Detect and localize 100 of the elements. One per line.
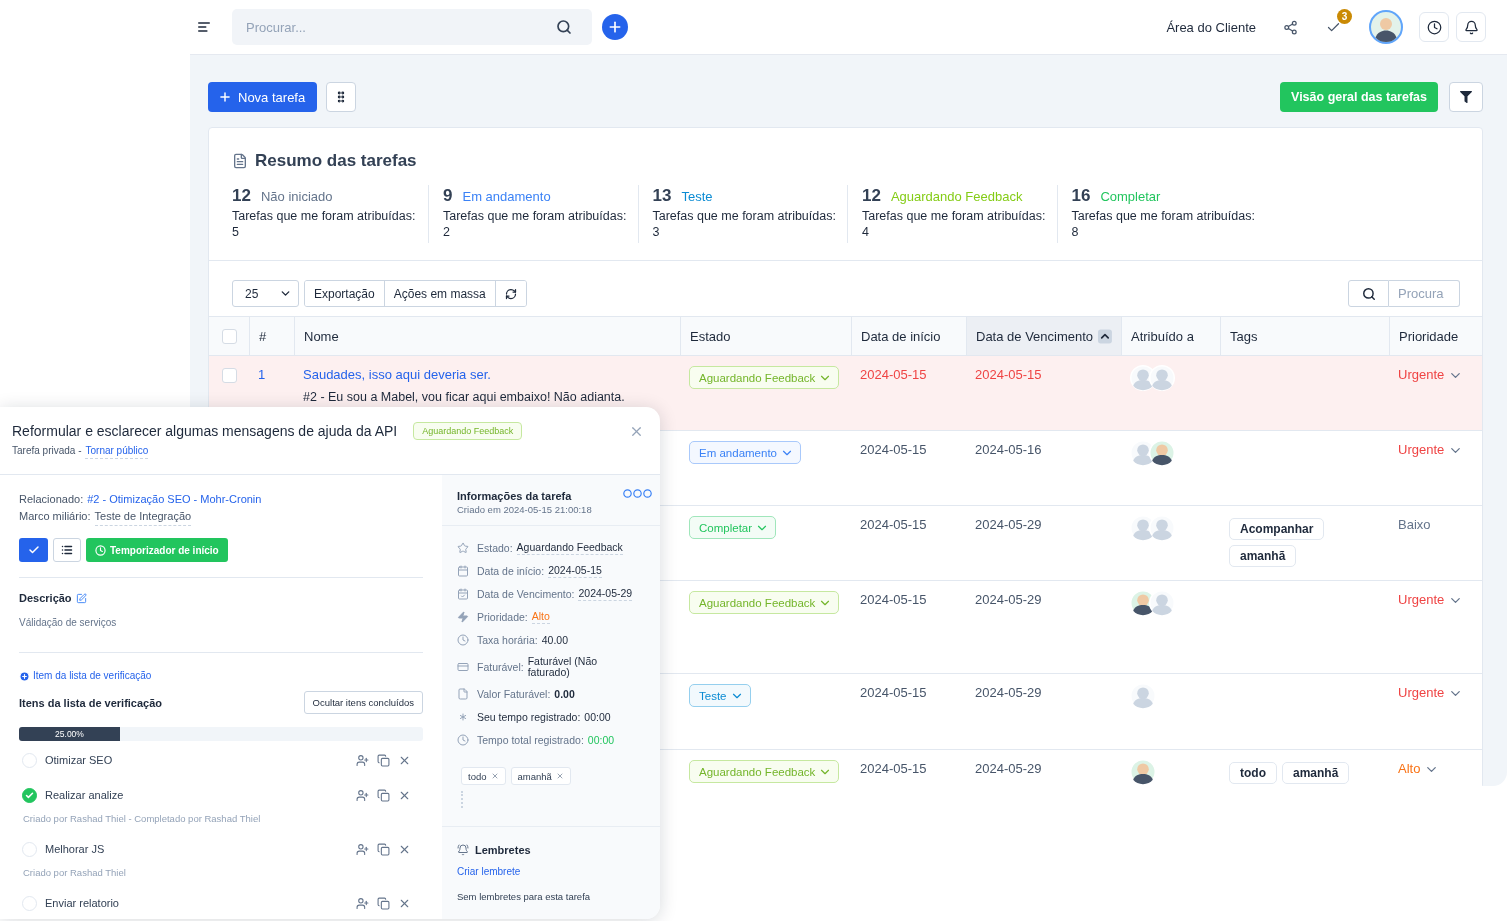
plus-circle-icon: [19, 670, 30, 682]
calendar-check-icon: [457, 587, 469, 600]
info-value[interactable]: 2024-05-15: [548, 563, 602, 578]
priority-dropdown[interactable]: Urgente: [1398, 441, 1464, 459]
start-date: 2024-05-15: [860, 366, 927, 384]
column-header[interactable]: #: [249, 317, 294, 355]
tag-chip: amanhã: [510, 767, 571, 785]
copy-icon[interactable]: [377, 896, 390, 910]
info-label: Valor Faturável:: [477, 687, 551, 700]
related-link[interactable]: #2 - Otimização SEO - Mohr-Cronin: [87, 491, 262, 508]
stat-label: Completar: [1100, 188, 1161, 204]
tag-chip: todo: [1229, 762, 1277, 784]
search-field[interactable]: Procurar...: [232, 9, 592, 45]
file-icon: [457, 687, 469, 700]
status-dropdown[interactable]: Em andamento: [689, 441, 801, 464]
no-reminders-text: Sem lembretes para esta tarefa: [457, 890, 592, 904]
due-date: 2024-05-16: [975, 441, 1042, 459]
sort-ascending-icon[interactable]: [1098, 328, 1112, 344]
column-header[interactable]: Prioridade: [1389, 317, 1482, 355]
stat-label: Aguardando Feedback: [890, 188, 1023, 204]
list-view-button[interactable]: [53, 538, 81, 562]
list-icon: [61, 544, 73, 556]
share-icon[interactable]: [1283, 19, 1298, 35]
task-name-link[interactable]: Saudades, isso aqui deveria ser.: [303, 366, 491, 384]
stat-count: 13: [652, 186, 672, 206]
clock-icon: [95, 544, 106, 556]
info-label: Prioridade:: [477, 610, 528, 623]
privacy-label: Tarefa privada -: [12, 444, 82, 458]
priority-dropdown[interactable]: Urgente: [1398, 591, 1464, 609]
close-icon[interactable]: [490, 772, 499, 780]
refresh-button[interactable]: [494, 281, 526, 306]
client-area-link[interactable]: Área do Cliente: [1166, 19, 1256, 35]
start-date: 2024-05-15: [860, 760, 927, 778]
avatar-placeholder-icon: [1149, 515, 1175, 541]
stat-label: Não iniciado: [260, 188, 333, 204]
avatar-icon: [1149, 440, 1175, 466]
stat-caption: Tarefas que me foram atribuídas:: [652, 208, 837, 224]
summary-title: Resumo das tarefas: [255, 151, 417, 171]
timer-button[interactable]: [1419, 12, 1449, 42]
description-text: Válidação de serviços: [19, 616, 118, 630]
priority-dropdown[interactable]: Alto: [1398, 760, 1440, 778]
checklist-checkbox[interactable]: [22, 787, 37, 803]
calendar-icon: [457, 564, 469, 577]
new-task-button[interactable]: Nova tarefa: [208, 82, 318, 112]
info-value[interactable]: 2024-05-29: [578, 586, 633, 601]
copy-icon[interactable]: [377, 788, 390, 802]
filter-icon: [1460, 91, 1472, 103]
status-dropdown[interactable]: Teste: [689, 684, 751, 707]
checklist-item-text: Otimizar SEO: [45, 754, 113, 766]
lightning-icon: [457, 610, 469, 623]
stat-count: 12: [862, 186, 881, 206]
info-value: 0.00: [554, 686, 575, 701]
checklist-item-text: Realizar analize: [45, 789, 124, 801]
create-reminder-link[interactable]: Criar lembrete: [457, 865, 645, 879]
grid-view-button[interactable]: [326, 82, 357, 112]
info-value: Faturável (Não faturado): [527, 655, 599, 678]
search-icon[interactable]: [556, 19, 572, 35]
milestone-value[interactable]: Teste de Integração: [94, 508, 192, 526]
stat-value: 3: [652, 224, 661, 240]
user-plus-icon[interactable]: [356, 788, 369, 802]
edit-icon[interactable]: [75, 592, 87, 604]
table-search-button[interactable]: [1348, 280, 1389, 307]
info-value[interactable]: Aguardando Feedback: [516, 540, 623, 555]
close-icon[interactable]: [555, 772, 564, 780]
stat-caption: Tarefas que me foram atribuídas:: [862, 208, 1047, 224]
page-size-select[interactable]: 25: [232, 280, 299, 307]
filter-button[interactable]: [1449, 82, 1483, 112]
copy-icon[interactable]: [377, 753, 390, 767]
column-header[interactable]: Data de Vencimento: [966, 317, 1121, 355]
column-header[interactable]: Atribuído a: [1121, 317, 1220, 355]
user-plus-icon[interactable]: [356, 753, 369, 767]
more-options-icon[interactable]: [623, 489, 652, 498]
user-plus-icon[interactable]: [356, 842, 369, 856]
select-all-checkbox[interactable]: [221, 328, 237, 344]
add-button[interactable]: [602, 14, 628, 40]
start-date: 2024-05-15: [860, 591, 927, 609]
hide-completed-button[interactable]: Ocultar itens concluídos: [303, 691, 423, 714]
add-checklist-item-link[interactable]: Item da lista de verificação: [19, 669, 423, 683]
task-subtitle: #2 - Eu sou a Mabel, vou ficar aqui embaixo! Não adianta.: [303, 389, 626, 406]
tag-chip: todo: [461, 767, 506, 785]
menu-icon[interactable]: [197, 20, 211, 34]
due-date: 2024-05-29: [975, 684, 1042, 702]
row-checkbox[interactable]: [221, 368, 237, 383]
column-header[interactable]: Estado: [680, 317, 851, 355]
priority-dropdown[interactable]: Urgente: [1398, 684, 1464, 702]
status-badge: Aguardando Feedback: [413, 422, 523, 440]
checklist-item-text: Enviar relatorio: [45, 897, 119, 909]
make-public-link[interactable]: Tornar público: [85, 444, 149, 459]
milestone-label: Marco miliário:: [19, 509, 91, 524]
notifications-button[interactable]: [1456, 12, 1486, 42]
user-avatar-icon[interactable]: [1369, 10, 1403, 44]
copy-icon[interactable]: [377, 842, 390, 856]
mark-complete-button[interactable]: [19, 538, 48, 562]
priority-dropdown[interactable]: Urgente: [1398, 366, 1464, 384]
column-header[interactable]: Tags: [1220, 317, 1389, 355]
user-plus-icon[interactable]: [356, 896, 369, 910]
column-header[interactable]: Nome: [294, 317, 680, 355]
table-search-field[interactable]: Procura: [1389, 280, 1460, 307]
info-label: Estado:: [477, 541, 513, 554]
avatar-placeholder-icon: [1149, 590, 1175, 616]
